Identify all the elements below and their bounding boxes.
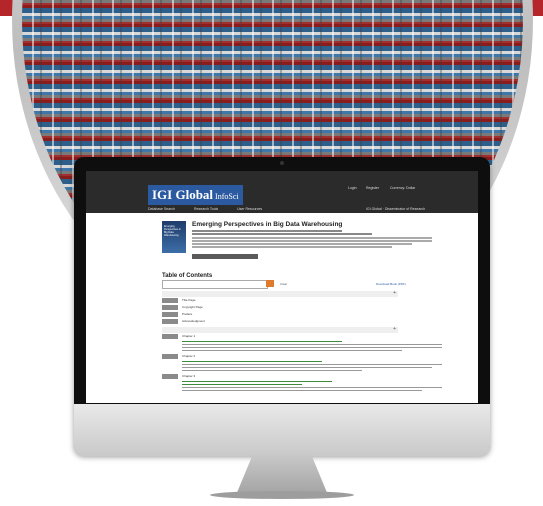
- action-button[interactable]: [211, 254, 231, 259]
- row-title: Copyright Page: [182, 305, 203, 309]
- chapter-line: [182, 387, 442, 389]
- download-book-link[interactable]: Download Book (PDF): [376, 282, 406, 286]
- chapter-line: [182, 370, 362, 372]
- toc-heading: Table of Contents: [162, 273, 213, 279]
- chapter-line[interactable]: [182, 384, 302, 386]
- chapter-line: [182, 367, 432, 369]
- book-desc-line: [192, 237, 432, 239]
- chapter-label: Chapter 3: [182, 374, 196, 378]
- main-nav: Database Search Research Tools User Reso…: [148, 207, 280, 211]
- row-title: Title Page: [182, 298, 196, 302]
- row-tag: [162, 334, 178, 339]
- nav-database-search[interactable]: Database Search: [148, 207, 175, 211]
- book-meta-line: [192, 230, 342, 232]
- toc-row[interactable]: Title Page: [162, 298, 462, 304]
- book-desc-line: [192, 240, 432, 242]
- toc-row[interactable]: Acknowledgment: [162, 319, 462, 325]
- chapter-label: Chapter 1: [182, 334, 196, 338]
- cover-title: Emerging Perspectives in Big Data Wareho…: [164, 225, 181, 237]
- front-matter-header[interactable]: +: [162, 290, 398, 297]
- row-tag: [162, 374, 178, 379]
- action-button[interactable]: [192, 254, 212, 259]
- nav-user-resources[interactable]: User Resources: [237, 207, 262, 211]
- row-tag: [162, 298, 178, 303]
- chapter-line: [182, 390, 422, 392]
- register-link[interactable]: Register: [366, 186, 379, 190]
- monitor-chin: [74, 404, 490, 456]
- toc-search-input[interactable]: [162, 280, 268, 289]
- row-title: Acknowledgment: [182, 319, 205, 323]
- monitor-foot: [210, 491, 354, 499]
- toc-clear-link[interactable]: Clear: [280, 282, 287, 286]
- expand-icon[interactable]: +: [393, 326, 396, 332]
- logo-suffix: InfoSci: [215, 192, 239, 201]
- chapter-line[interactable]: [182, 341, 342, 343]
- chapter-line[interactable]: [182, 381, 332, 383]
- book-desc-line: [192, 246, 392, 248]
- chapter-line: [182, 344, 442, 346]
- expand-icon[interactable]: +: [393, 290, 396, 296]
- chapter-line: [182, 347, 442, 349]
- chapter-line: [182, 350, 402, 352]
- chapter-label: Chapter 2: [182, 354, 196, 358]
- chapter-line: [182, 364, 442, 366]
- chapters-header[interactable]: +: [162, 326, 398, 333]
- row-title: Preface: [182, 312, 193, 316]
- monitor-stand: [236, 455, 328, 495]
- chapter-row[interactable]: Chapter 1: [162, 334, 462, 340]
- currency-link[interactable]: Currency: Dollar: [390, 186, 415, 190]
- toc-row[interactable]: Copyright Page: [162, 305, 462, 311]
- screen: IGI Global InfoSci Login Register Currenc…: [86, 171, 478, 403]
- login-link[interactable]: Login: [348, 186, 357, 190]
- nav-right-label: IGI Global · Disseminator of Research: [366, 207, 426, 211]
- action-button[interactable]: [230, 254, 258, 259]
- book-title: Emerging Perspectives in Big Data Wareho…: [192, 221, 343, 228]
- chapter-row[interactable]: Chapter 3: [162, 374, 462, 380]
- book-meta-line: [192, 233, 372, 235]
- row-tag: [162, 319, 178, 324]
- toc-row[interactable]: Preface: [162, 312, 462, 318]
- chapter-line[interactable]: [182, 361, 322, 363]
- book-desc-line: [192, 243, 412, 245]
- camera-dot: [280, 161, 284, 165]
- toc-search-button[interactable]: [266, 280, 274, 287]
- chapter-row[interactable]: Chapter 2: [162, 354, 462, 360]
- site-header: IGI Global InfoSci Login Register Currenc…: [86, 171, 478, 213]
- row-tag: [162, 354, 178, 359]
- row-tag: [162, 305, 178, 310]
- book-cover[interactable]: Emerging Perspectives in Big Data Wareho…: [162, 221, 186, 253]
- row-tag: [162, 312, 178, 317]
- logo-text: IGI Global: [152, 187, 214, 202]
- igi-global-logo[interactable]: IGI Global InfoSci: [148, 185, 243, 205]
- nav-research-tools[interactable]: Research Tools: [194, 207, 218, 211]
